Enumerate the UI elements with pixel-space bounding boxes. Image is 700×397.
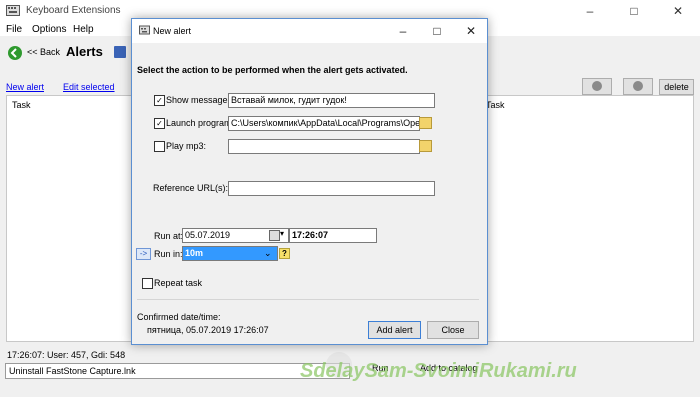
dialog-maximize-icon[interactable]: □ [420,19,454,43]
chevron-down-icon[interactable]: ⌄ [264,248,272,259]
calendar-icon[interactable] [269,230,280,241]
up-button[interactable] [582,78,612,95]
back-button[interactable]: << Back [27,47,60,57]
status-text: 17:26:07: User: 457, Gdi: 548 [7,350,126,360]
up-circle-icon [592,81,602,91]
dialog-close-icon[interactable]: ✕ [454,19,488,43]
delete-button[interactable]: delete [659,79,694,95]
launch-program-checkbox[interactable]: ✓ [154,118,165,129]
repeat-task-checkbox[interactable] [142,278,153,289]
save-icon[interactable] [114,46,126,58]
show-message-checkbox[interactable]: ✓ [154,95,165,106]
down-button[interactable] [623,78,653,95]
keyboard-icon [139,25,150,35]
play-mp3-input[interactable] [228,139,420,154]
show-message-input[interactable]: Вставай милок, гудит гудок! [228,93,435,108]
arrow-button[interactable]: -> [136,248,151,260]
page-title: Alerts [66,44,103,59]
repeat-task-label: Repeat task [154,278,203,288]
divider [137,299,479,300]
confirmed-value: пятница, 05.07.2019 17:26:07 [147,325,269,335]
play-mp3-label: Play mp3: [166,141,207,151]
dialog-minimize-icon[interactable]: – [386,19,420,43]
watermark-text: SdelaySam-SvoimiRukami.ru [300,360,577,382]
close-button[interactable]: Close [427,321,479,339]
back-arrow-icon[interactable] [8,46,22,60]
chevron-down-icon[interactable]: ▾ [280,229,284,238]
play-mp3-checkbox[interactable] [154,141,165,152]
dialog-instruction: Select the action to be performed when t… [137,65,408,75]
run-at-label: Run at: [154,231,184,241]
dialog-title: New alert [153,26,192,36]
reference-url-input[interactable] [228,181,435,196]
confirmed-label: Confirmed date/time: [137,312,221,322]
close-icon[interactable]: ✕ [656,0,700,22]
keyboard-icon [6,5,20,16]
run-in-label: Run in: [154,249,183,259]
launch-program-input[interactable]: C:\Users\компик\AppData\Local\Programs\O… [228,116,420,131]
task-column-header-right: Task [486,100,505,110]
menu-options[interactable]: Options [32,24,66,35]
run-at-time-input[interactable]: 17:26:07 [289,228,377,243]
add-alert-button[interactable]: Add alert [368,321,421,339]
down-circle-icon [633,81,643,91]
new-alert-link[interactable]: New alert [6,82,44,92]
window-title: Keyboard Extensions [26,5,121,16]
reference-url-label: Reference URL(s): [153,183,229,193]
show-message-label: Show message: [166,95,231,105]
folder-icon[interactable] [419,140,432,152]
new-alert-dialog: New alert – □ ✕ Select the action to be … [131,18,488,345]
maximize-icon[interactable]: □ [612,0,656,22]
menu-help[interactable]: Help [73,24,94,35]
help-icon[interactable]: ? [279,248,290,259]
folder-icon[interactable] [419,117,432,129]
menu-file[interactable]: File [6,24,22,35]
edit-selected-link[interactable]: Edit selected [63,82,115,92]
task-column-header: Task [12,100,31,110]
command-field[interactable]: Uninstall FastStone Capture.lnk [5,363,350,379]
minimize-icon[interactable]: – [568,0,612,22]
launch-program-label: Launch program: [166,118,235,128]
